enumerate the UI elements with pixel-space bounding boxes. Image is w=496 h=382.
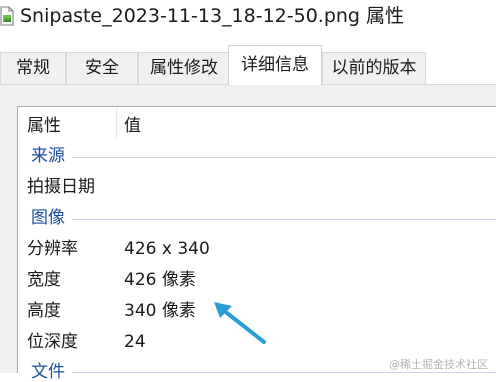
tab-details[interactable]: 详细信息: [228, 45, 322, 85]
tab-general[interactable]: 常规: [0, 52, 66, 84]
property-name[interactable]: 高度: [27, 301, 61, 321]
property-name[interactable]: 位深度: [27, 332, 78, 352]
group-title-file[interactable]: 文件: [31, 362, 65, 382]
window-title: Snipaste_2023-11-13_18-12-50.png 属性: [20, 5, 405, 27]
group-title-image[interactable]: 图像: [31, 208, 65, 228]
property-value[interactable]: 426 像素: [124, 270, 196, 290]
column-separator[interactable]: [116, 108, 117, 138]
tab-property-edit[interactable]: 属性修改: [138, 52, 230, 84]
property-value[interactable]: 340 像素: [124, 301, 196, 321]
column-header-value[interactable]: 值: [124, 116, 141, 136]
tab-previous-versions[interactable]: 以前的版本: [322, 52, 426, 84]
property-name[interactable]: 分辨率: [27, 239, 78, 259]
property-name[interactable]: 拍摄日期: [27, 177, 95, 197]
title-bar: Snipaste_2023-11-13_18-12-50.png 属性: [0, 0, 496, 38]
watermark: @稀土掘金技术社区: [389, 358, 488, 371]
property-name[interactable]: 宽度: [27, 270, 61, 290]
tab-security[interactable]: 安全: [66, 52, 138, 84]
group-divider-source: [72, 157, 496, 158]
arrow-icon: [214, 302, 266, 344]
image-file-icon: [0, 6, 14, 26]
property-value[interactable]: 426 x 340: [124, 239, 210, 259]
property-value[interactable]: 24: [124, 332, 146, 352]
column-header-name[interactable]: 属性: [27, 116, 61, 136]
group-divider-image: [72, 219, 496, 220]
group-title-source[interactable]: 来源: [31, 146, 65, 166]
